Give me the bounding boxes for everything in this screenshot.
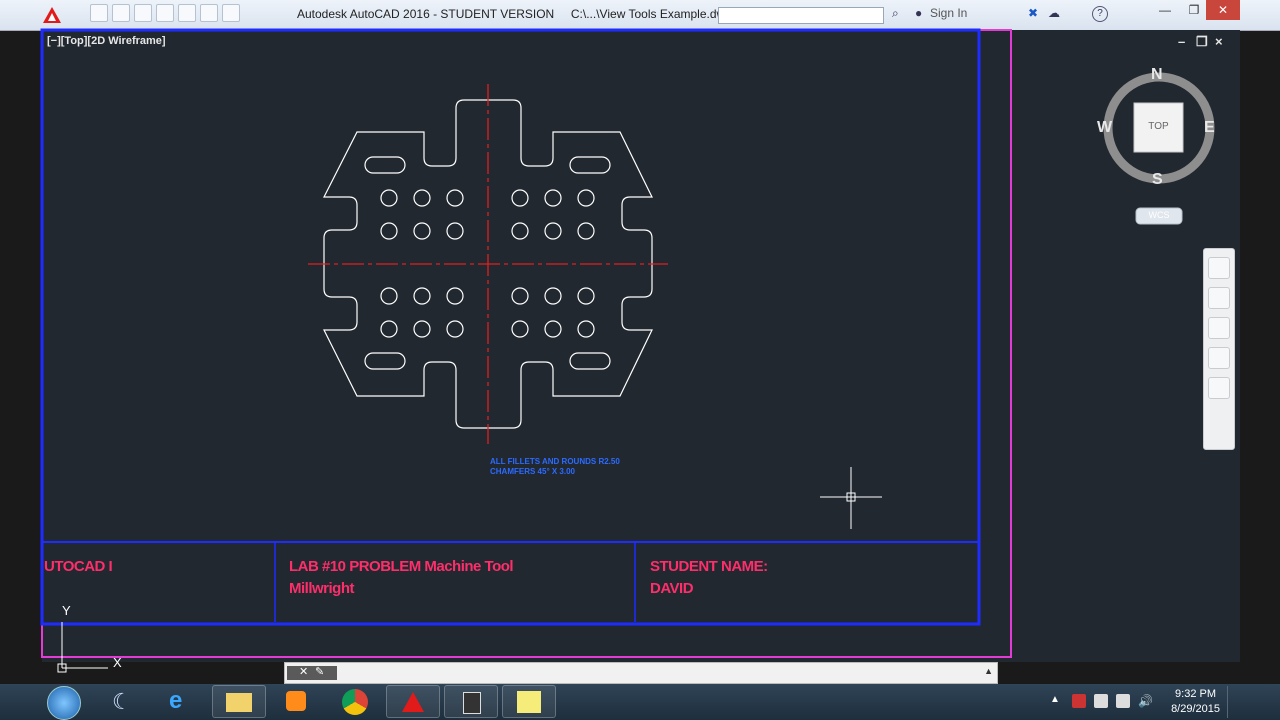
viewport-close-button[interactable]: × [1215,34,1223,49]
student-name: DAVID [650,580,694,597]
sheet-border-blue [40,28,981,626]
windows-taskbar: ☾ e ▲ 🔊 9:32 PM 8/29/2015 [0,684,1280,720]
close-icon[interactable]: ✕ [299,665,308,678]
pinned-app-icon[interactable]: ☾ [98,685,152,718]
viewcube-east[interactable]: E [1204,119,1215,137]
zoom-extents-icon[interactable] [1208,317,1230,339]
orbit-icon[interactable] [1208,347,1230,369]
file-explorer-icon[interactable] [212,685,266,718]
action-center-icon[interactable] [1072,694,1086,708]
pan-icon[interactable] [1208,287,1230,309]
viewport-label[interactable]: [−][Top][2D Wireframe] [47,35,166,47]
chevron-up-icon[interactable]: ▲ [984,666,993,676]
chrome-icon[interactable] [328,685,382,718]
steering-wheel-icon[interactable] [1208,257,1230,279]
crosshair-cursor [820,467,882,529]
internet-explorer-icon[interactable]: e [155,685,209,718]
system-clock[interactable]: 9:32 PM 8/29/2015 [1171,687,1220,717]
slot [569,156,611,174]
wrench-icon[interactable]: ✎ [315,665,324,678]
viewcube-south[interactable]: S [1152,171,1163,189]
sheet-border-magenta [41,29,1012,658]
media-player-icon[interactable] [270,685,324,718]
slot [364,156,406,174]
recorder-icon[interactable] [444,685,498,718]
start-button[interactable] [47,686,81,720]
viewcube-north[interactable]: N [1151,66,1163,84]
course-name: UTOCAD I [44,558,113,575]
lab-subtitle: Millwright [289,580,355,597]
navigation-bar [1203,248,1235,450]
viewcube-top-face[interactable]: TOP [1134,121,1183,132]
show-desktop-button[interactable] [1227,686,1240,718]
show-hidden-icons-icon[interactable]: ▲ [1050,694,1064,708]
student-name-label: STUDENT NAME: [650,558,768,575]
drawing-canvas [40,28,1215,673]
command-line-grip[interactable] [287,666,337,680]
device-icon[interactable] [1094,694,1108,708]
ucs-icon [57,622,108,673]
viewcube-west[interactable]: W [1097,119,1112,137]
slot [569,352,611,370]
viewport-restore-button[interactable]: ❐ [1196,34,1208,50]
wcs-label[interactable]: WCS [1136,210,1182,220]
network-icon[interactable] [1116,694,1130,708]
viewport-minimize-button[interactable]: – [1178,34,1185,49]
sticky-notes-icon[interactable] [502,685,556,718]
ucs-x-label: X [113,655,122,670]
lab-title: LAB #10 PROBLEM Machine Tool [289,558,514,575]
volume-icon[interactable]: 🔊 [1138,694,1153,708]
slot [364,352,406,370]
ucs-y-label: Y [62,603,71,618]
command-line[interactable]: ✕ ✎ ▲ [284,662,998,684]
general-note: ALL FILLETS AND ROUNDS R2.50 CHAMFERS 45… [490,457,620,476]
showmotion-icon[interactable] [1208,377,1230,399]
autocad-taskbar-icon[interactable] [386,685,440,718]
